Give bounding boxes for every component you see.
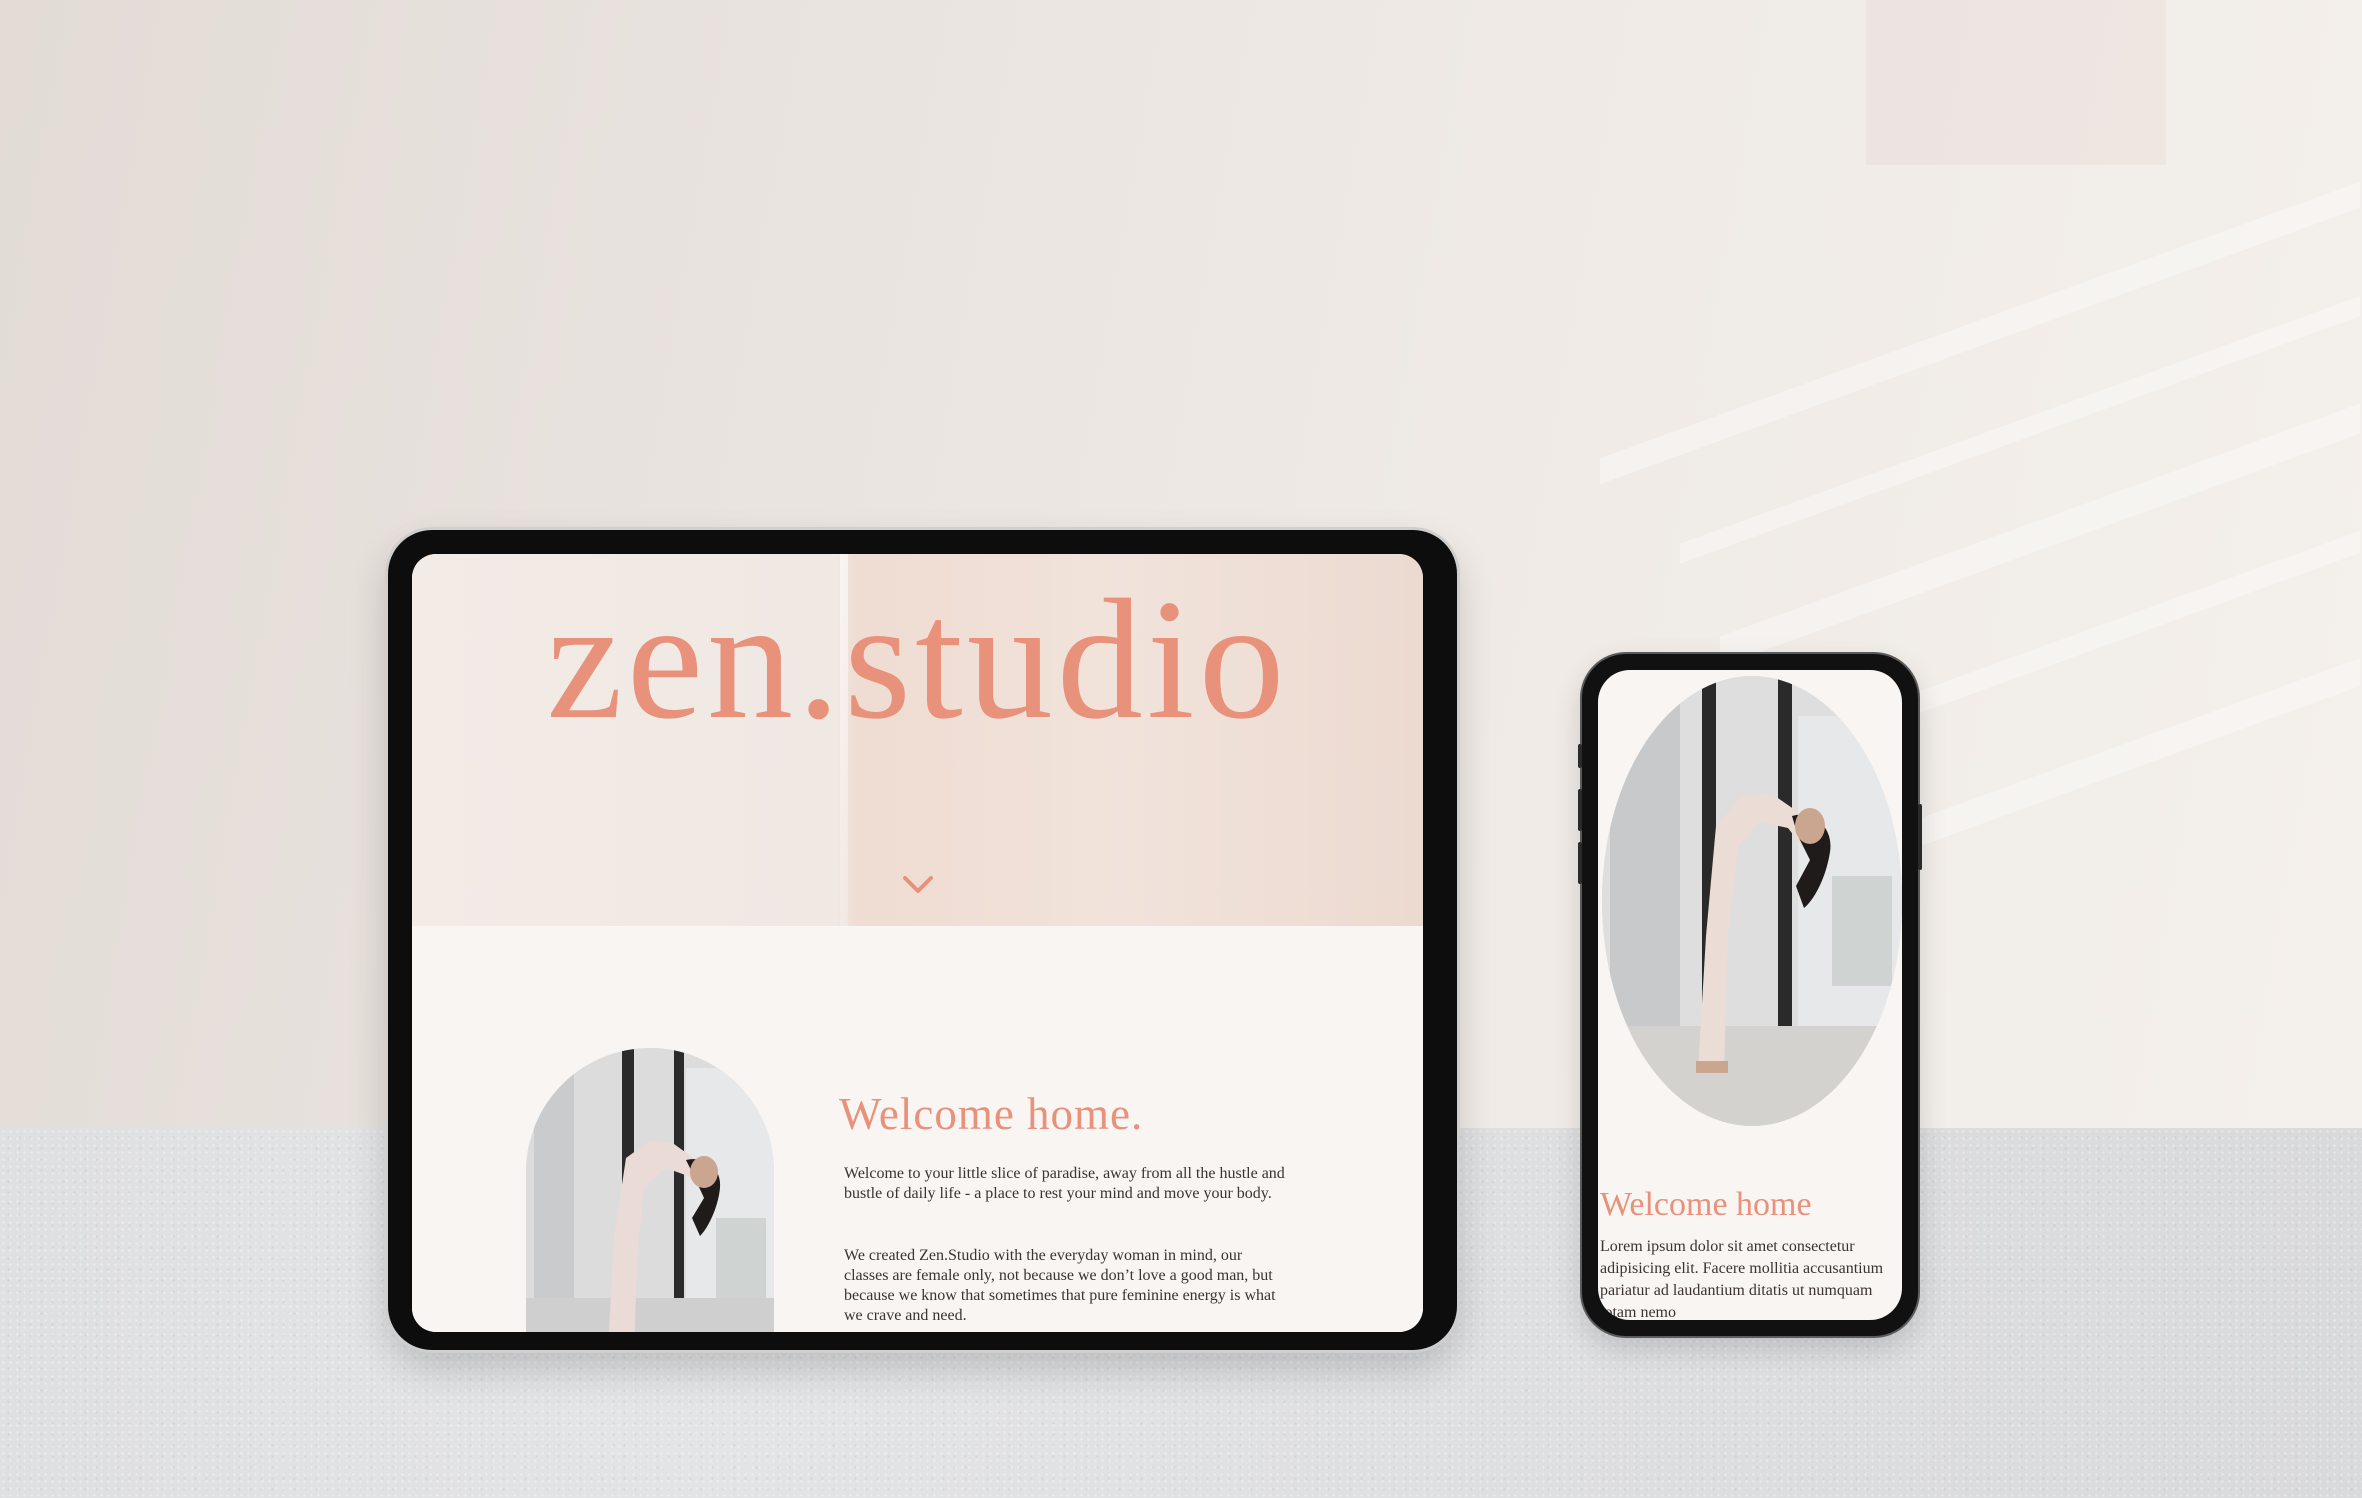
light-shadow bbox=[1680, 296, 2360, 564]
yoga-photo-arch bbox=[526, 1048, 774, 1332]
tablet-device: zen.studio Welcome home. Welcome to your… bbox=[388, 530, 1457, 1350]
light-shadow bbox=[1720, 403, 2360, 667]
phone-device: Welcome home Lorem ipsum dolor sit amet … bbox=[1578, 654, 1922, 1336]
brand-title: zen.studio bbox=[546, 565, 1289, 755]
intro-paragraph: Lorem ipsum dolor sit amet consectetur a… bbox=[1600, 1238, 1884, 1320]
phone-side-button bbox=[1578, 744, 1582, 768]
welcome-heading: Welcome home bbox=[1600, 1186, 1812, 1223]
welcome-paragraph: Welcome to your little slice of paradise… bbox=[844, 1165, 1285, 1202]
tablet-screen: zen.studio Welcome home. Welcome to your… bbox=[412, 554, 1423, 1332]
phone-volume-down-button bbox=[1578, 842, 1582, 884]
phone-power-button bbox=[1918, 804, 1922, 870]
yoga-photo bbox=[526, 1048, 774, 1332]
hero-section: zen.studio bbox=[412, 554, 1423, 926]
mockup-scene: zen.studio Welcome home. Welcome to your… bbox=[0, 0, 2362, 1498]
yoga-photo-oval bbox=[1602, 676, 1902, 1126]
wall-panel bbox=[1866, 0, 2166, 165]
welcome-heading: Welcome home. bbox=[839, 1089, 1144, 1139]
phone-volume-up-button bbox=[1578, 789, 1582, 831]
yoga-photo bbox=[1602, 676, 1902, 1126]
phone-screen: Welcome home Lorem ipsum dolor sit amet … bbox=[1598, 670, 1902, 1320]
chevron-down-icon[interactable] bbox=[902, 874, 934, 896]
about-paragraph: We created Zen.Studio with the everyday … bbox=[844, 1247, 1276, 1324]
